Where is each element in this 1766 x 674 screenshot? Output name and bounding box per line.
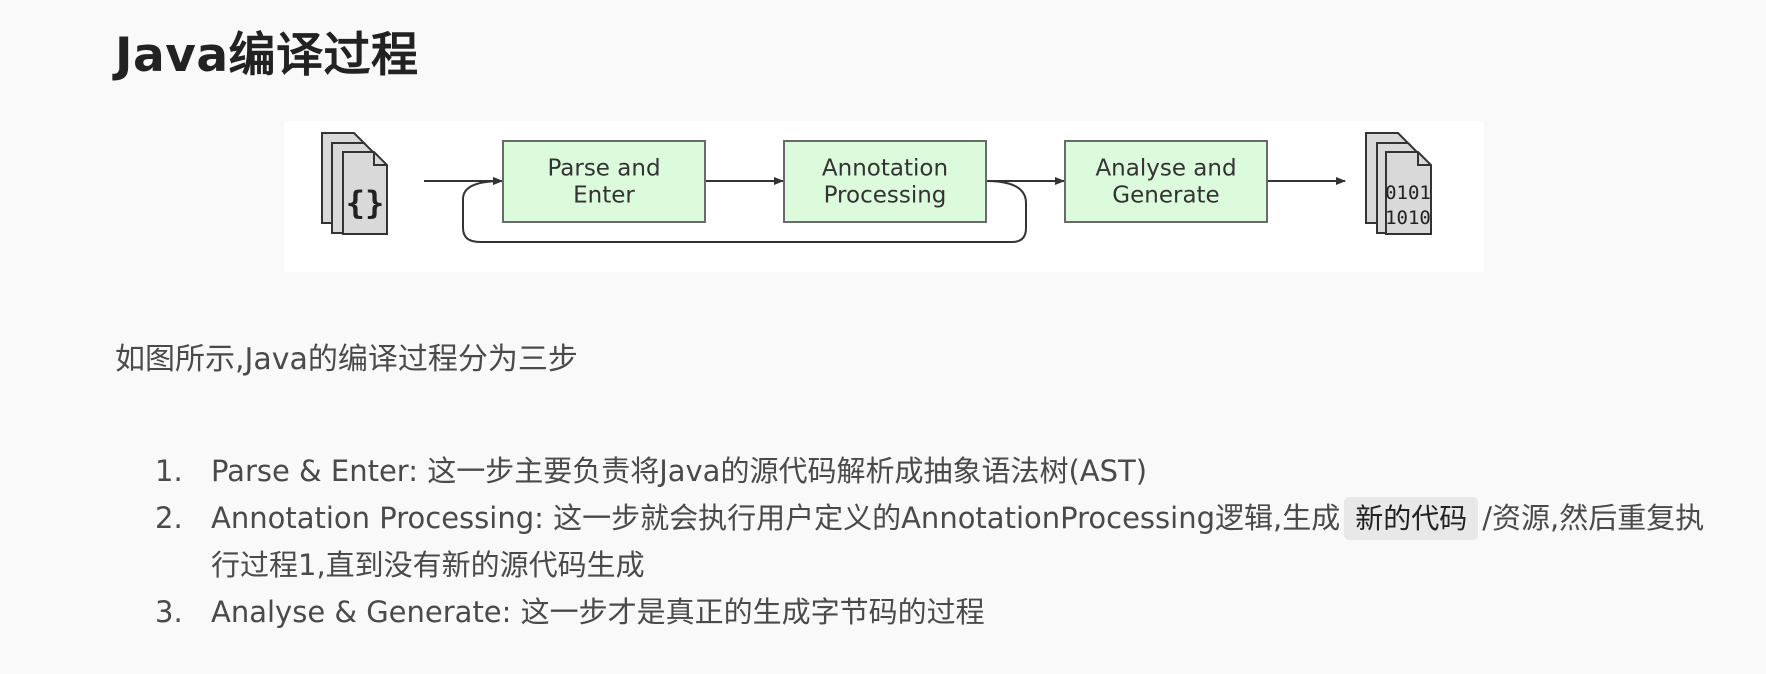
stage-label-line: Analyse and — [1095, 156, 1236, 182]
stage-label-line: Processing — [824, 183, 947, 209]
diagram-svg: {} Parse and Enter Annotation Processing A… — [321, 132, 1432, 243]
step-item: 2. Annotation Processing: 这一步就会执行用户定义的An… — [150, 495, 1710, 589]
stage-label-line: Enter — [573, 183, 635, 209]
step-item: 3. Analyse & Generate: 这一步才是真正的生成字节码的过程 — [150, 589, 1710, 636]
stage-label: Analyse and Generate — [1095, 156, 1236, 209]
steps-list: 1. Parse & Enter: 这一步主要负责将Java的源代码解析成抽象语… — [150, 448, 1710, 636]
step-text: Analyse & Generate: 这一步才是真正的生成字节码的过程 — [211, 595, 985, 629]
step-number: 3. — [155, 595, 183, 629]
stage-label-line: Annotation — [822, 156, 948, 182]
stage-label: Annotation Processing — [822, 156, 948, 209]
bytecode-file-icon: 0101 1010 — [1365, 132, 1432, 235]
step-item: 1. Parse & Enter: 这一步主要负责将Java的源代码解析成抽象语… — [150, 448, 1710, 495]
stage-annotation-processing: Annotation Processing — [783, 140, 987, 223]
stage-label-line: Parse and — [547, 156, 660, 182]
page-title: Java编译过程 — [115, 28, 419, 83]
step-number: 2. — [155, 501, 183, 535]
bytecode-label-line-2: 1010 — [1385, 207, 1431, 229]
stage-parse-enter: Parse and Enter — [502, 140, 706, 223]
intro-text: 如图所示,Java的编译过程分为三步 — [115, 342, 578, 377]
inline-code: 新的代码 — [1344, 497, 1479, 540]
step-text: Parse & Enter: 这一步主要负责将Java的源代码解析成抽象语法树(… — [211, 454, 1148, 488]
stage-analyse-generate: Analyse and Generate — [1064, 140, 1268, 223]
compile-process-diagram: {} Parse and Enter Annotation Processing A… — [284, 121, 1484, 272]
bytecode-label-line-1: 0101 — [1385, 182, 1431, 204]
source-braces-label: {} — [346, 184, 385, 222]
stage-label-line: Generate — [1112, 183, 1219, 209]
step-number: 1. — [155, 454, 183, 488]
source-file-icon: {} — [321, 132, 388, 235]
step-text-before: Annotation Processing: 这一步就会执行用户定义的Annot… — [211, 501, 1341, 535]
